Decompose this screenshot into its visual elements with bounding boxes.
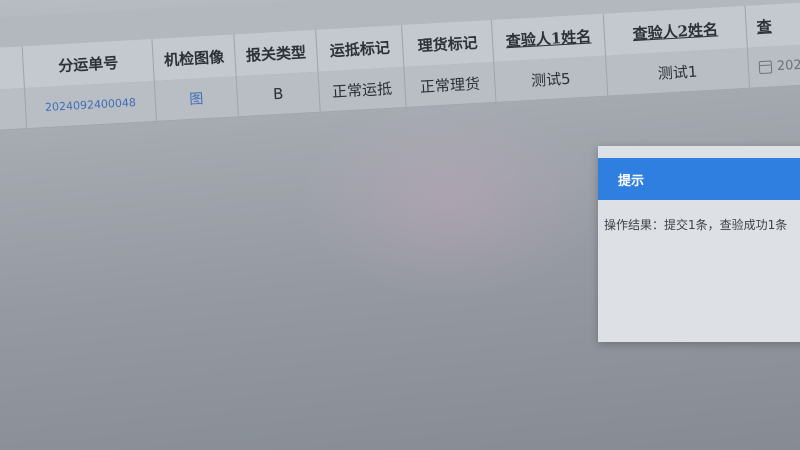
header-arrival-flag[interactable]: 运抵标记 [315,25,404,72]
header-checkbox-cell [0,46,24,90]
header-inspection-date[interactable]: 查 [744,0,800,48]
cell-arrival-flag: 正常运抵 [317,67,406,112]
cell-declare-type: B [235,71,320,117]
header-waybill[interactable]: 分运单号 [21,39,154,89]
cell-inspector2: 测试1 [605,47,750,96]
header-inspector1[interactable]: 查验人1姓名 [490,13,606,62]
cell-inspector1: 测试5 [493,55,608,102]
waybill-link[interactable]: 2024092400048 [45,95,137,113]
cell-image[interactable]: 图 [153,76,238,121]
row-checkbox-cell [0,88,27,130]
dialog-title: 提示 [598,158,800,200]
header-tally-flag[interactable]: 理货标记 [401,20,494,68]
date-input[interactable]: 2024 [776,57,800,74]
header-image[interactable]: 机检图像 [151,34,236,81]
cell-inspection-date[interactable]: 2024 [746,41,800,88]
header-declare-type[interactable]: 报关类型 [233,29,318,77]
image-link[interactable]: 图 [189,88,204,109]
calendar-icon[interactable] [758,59,773,74]
message-dialog: 提示 操作结果：提交1条，查验成功1条 [598,146,800,342]
cell-tally-flag: 正常理货 [403,61,496,107]
dialog-message: 操作结果：提交1条，查验成功1条 [604,218,788,232]
cell-waybill[interactable]: 2024092400048 [23,80,157,129]
